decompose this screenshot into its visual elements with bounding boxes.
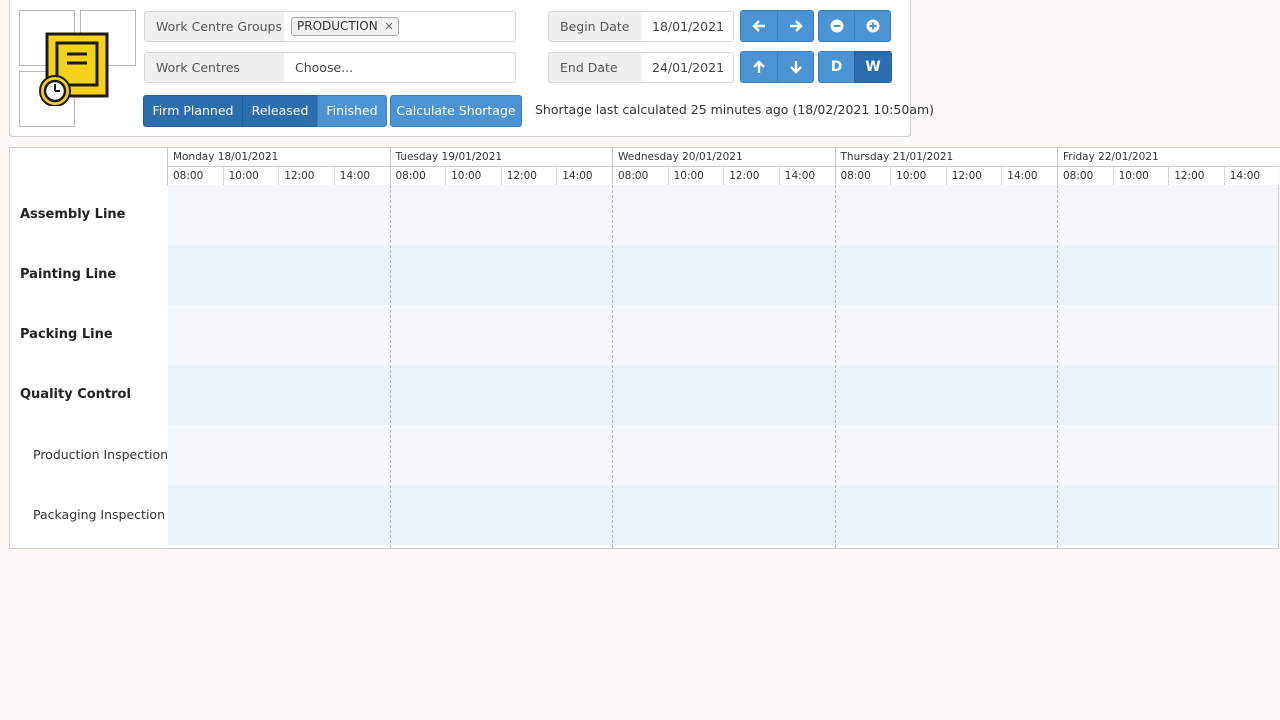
- schedule-clock-icon: [39, 32, 109, 106]
- hour-header: 14:00: [1223, 167, 1280, 185]
- day-header: Tuesday 19/01/2021: [389, 148, 612, 166]
- hour-header: 12:00: [278, 167, 334, 185]
- row-label: Packing Line: [20, 327, 113, 342]
- hour-header: 08:00: [834, 167, 891, 185]
- calculate-shortage-button[interactable]: Calculate Shortage: [390, 95, 522, 127]
- arrow-down-icon: [789, 61, 802, 74]
- hour-header: 14:00: [333, 167, 390, 185]
- hour-header: 10:00: [1112, 167, 1169, 185]
- day-header: Wednesday 20/01/2021: [612, 148, 835, 166]
- row-band: [168, 485, 1278, 545]
- move-down-button[interactable]: [777, 51, 814, 83]
- hour-header: 14:00: [1001, 167, 1057, 185]
- hour-header: 14:00: [778, 167, 835, 185]
- move-up-button[interactable]: [740, 51, 778, 83]
- row-label: Quality Control: [20, 387, 131, 402]
- day-header: Monday 18/01/2021: [167, 148, 390, 166]
- next-button[interactable]: [777, 10, 814, 42]
- hour-header: 14:00: [556, 167, 612, 185]
- hour-header: 10:00: [222, 167, 279, 185]
- finished-toggle[interactable]: Finished: [317, 95, 387, 127]
- end-date-input[interactable]: 24/01/2021: [641, 52, 734, 83]
- remove-tag-icon[interactable]: ✕: [385, 18, 394, 35]
- app-logo: [19, 10, 136, 127]
- row-band: [168, 365, 1278, 425]
- hour-header: 12:00: [945, 167, 1002, 185]
- day-view-button[interactable]: D: [818, 51, 855, 83]
- work-centres-label: Work Centres: [144, 52, 285, 83]
- zoom-out-button[interactable]: [818, 10, 855, 42]
- hour-header: 08:00: [389, 167, 446, 185]
- minus-circle-icon: [830, 19, 843, 33]
- day-header: Friday 22/01/2021: [1057, 148, 1280, 166]
- row-label: Assembly Line: [20, 207, 126, 222]
- plus-circle-icon: [866, 19, 879, 33]
- previous-button[interactable]: [740, 10, 778, 42]
- row-band: [168, 245, 1278, 305]
- row-label: Packaging Inspection: [33, 507, 165, 522]
- row-label: Production Inspection: [33, 447, 169, 462]
- gantt-chart: Assembly Line Painting Line Packing Line Qu…: [9, 147, 1280, 549]
- row-band: [168, 185, 1278, 245]
- hour-header: 08:00: [1057, 167, 1113, 185]
- week-view-button[interactable]: W: [854, 51, 892, 83]
- arrow-left-icon: [752, 20, 765, 32]
- end-date-label: End Date: [548, 52, 642, 83]
- row-band: [168, 305, 1278, 365]
- hour-header: 12:00: [723, 167, 779, 185]
- day-divider: [1057, 185, 1058, 548]
- released-toggle[interactable]: Released: [242, 95, 318, 127]
- work-centre-groups-label: Work Centre Groups: [144, 11, 285, 42]
- begin-date-input[interactable]: 18/01/2021: [641, 11, 734, 42]
- hour-header: 12:00: [1168, 167, 1224, 185]
- hour-header: 12:00: [500, 167, 557, 185]
- hour-header: 08:00: [167, 167, 223, 185]
- day-header: Thursday 21/01/2021: [834, 148, 1057, 166]
- hour-header: 10:00: [445, 167, 501, 185]
- production-tag-label: PRODUCTION: [297, 19, 378, 33]
- day-divider: [834, 185, 836, 548]
- zoom-in-button[interactable]: [854, 10, 891, 42]
- work-centre-groups-select[interactable]: PRODUCTION ✕: [284, 11, 516, 42]
- arrow-up-icon: [753, 60, 765, 73]
- hour-header: 10:00: [667, 167, 724, 185]
- hour-header: 10:00: [890, 167, 946, 185]
- day-divider: [612, 185, 613, 548]
- day-divider: [389, 185, 391, 548]
- firm-planned-toggle[interactable]: Firm Planned: [143, 95, 243, 127]
- work-centres-input[interactable]: Choose...: [284, 52, 516, 83]
- production-tag: PRODUCTION ✕: [291, 17, 399, 36]
- row-band: [168, 425, 1278, 485]
- hour-header: 08:00: [612, 167, 668, 185]
- row-label: Painting Line: [20, 267, 117, 282]
- begin-date-label: Begin Date: [548, 11, 642, 42]
- arrow-right-icon: [789, 20, 803, 32]
- shortage-status-text: Shortage last calculated 25 minutes ago …: [535, 102, 935, 117]
